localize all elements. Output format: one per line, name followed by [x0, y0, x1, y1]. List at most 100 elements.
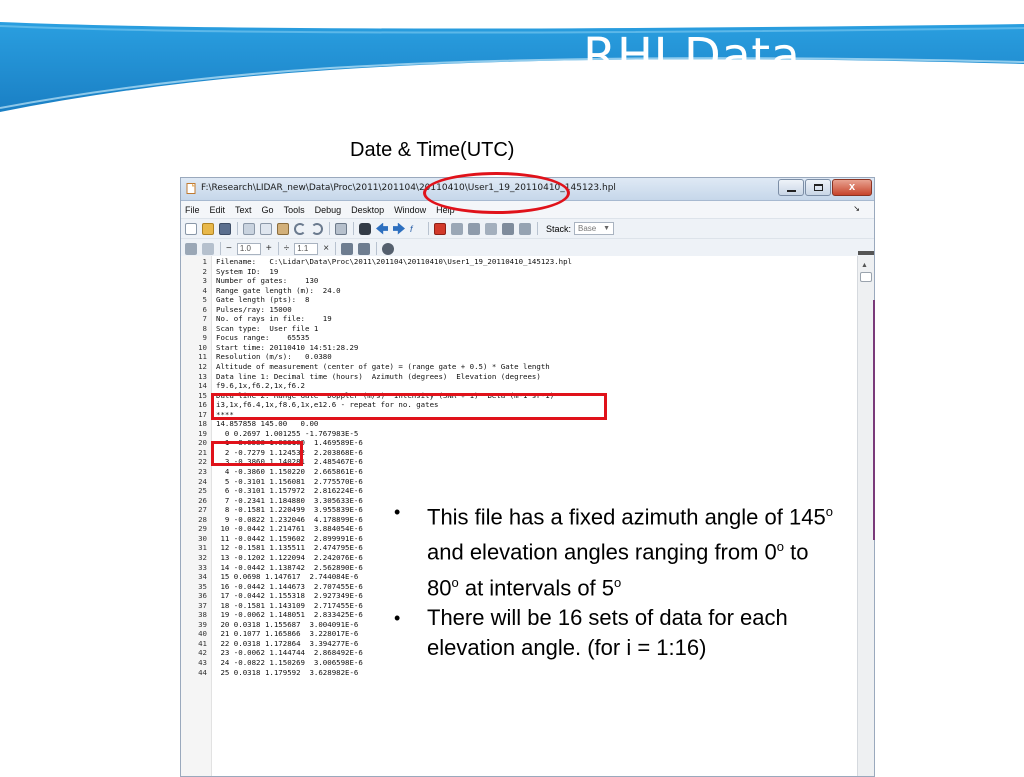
- function-icon[interactable]: f: [410, 223, 422, 235]
- line-number: 44: [198, 667, 207, 677]
- line-text: Filename: C:\Lidar\Data\Proc\2011\201104…: [216, 257, 572, 266]
- line-number: 25: [198, 486, 207, 496]
- menubar-chevron-icon[interactable]: ↘: [853, 204, 860, 213]
- code-line: 3 Number of gates: 130: [181, 276, 851, 286]
- code-line: 18 14.857858 145.00 0.00: [181, 419, 851, 429]
- cell-mode-icon[interactable]: [202, 242, 214, 255]
- toolbar-divider: [428, 222, 429, 235]
- menu-go[interactable]: Go: [262, 205, 274, 215]
- vertical-scrollbar[interactable]: ▲: [857, 251, 874, 776]
- back-arrow-icon[interactable]: [376, 222, 388, 235]
- code-line: 19 0 0.2697 1.001255 -1.767983E-5: [181, 429, 851, 439]
- code-line: 23 4 -0.3860 1.150220 2.665861E-6: [181, 467, 851, 477]
- line-text: Gate length (pts): 8: [216, 295, 310, 305]
- publish-icon[interactable]: [382, 242, 395, 255]
- menu-tools[interactable]: Tools: [284, 205, 305, 215]
- line-text: 0 0.2697 1.001255 -1.767983E-5: [216, 428, 359, 438]
- undo-icon[interactable]: [294, 222, 306, 235]
- exit-debug-icon[interactable]: [519, 222, 531, 235]
- bullet-dot-icon: •: [394, 502, 401, 522]
- line-number: 41: [198, 638, 207, 648]
- stack-dropdown[interactable]: Base ▼: [574, 222, 615, 235]
- line-text: 16 -0.0442 1.144673 2.707455E-6: [216, 581, 363, 591]
- maximize-button[interactable]: [805, 179, 831, 196]
- line-text: 6 -0.3101 1.157972 2.816224E-6: [216, 486, 363, 496]
- evaluate-cell-icon[interactable]: [341, 242, 354, 255]
- date-time-highlight-ellipse: [423, 172, 570, 214]
- step-icon[interactable]: [451, 222, 463, 235]
- stack-label: Stack:: [546, 223, 572, 234]
- slide-header-band: [0, 0, 1024, 112]
- line-number: 10: [198, 342, 207, 352]
- menu-file[interactable]: File: [185, 205, 200, 215]
- line-text: System ID: 19: [216, 266, 279, 276]
- save-icon[interactable]: [219, 222, 231, 235]
- increment-button[interactable]: +: [266, 243, 272, 254]
- scroll-up-icon[interactable]: ▲: [861, 262, 868, 269]
- menu-window[interactable]: Window: [394, 205, 426, 215]
- code-line: 10 Start time: 20110410 14:51:28.29: [181, 343, 851, 353]
- line-number: 18: [198, 419, 207, 429]
- print-icon[interactable]: [335, 222, 347, 235]
- line-text: 24 -0.0822 1.150269 3.006598E-6: [216, 657, 363, 667]
- copy-icon[interactable]: [260, 222, 272, 235]
- first-record-highlight-box: [211, 441, 303, 466]
- breakpoint-icon[interactable]: [434, 222, 446, 235]
- evaluate-advance-icon[interactable]: [358, 242, 371, 255]
- forward-arrow-icon[interactable]: [393, 222, 405, 235]
- main-toolbar: f Stack: Base ▼: [181, 219, 874, 239]
- line-number: 14: [198, 381, 207, 391]
- line-number: 2: [202, 266, 207, 276]
- line-text: f9.6,1x,f6.2,1x,f6.2: [216, 381, 305, 391]
- minimize-button[interactable]: [778, 179, 804, 196]
- find-icon[interactable]: [359, 222, 371, 235]
- step-in-icon[interactable]: [468, 222, 480, 235]
- menu-edit[interactable]: Edit: [210, 205, 226, 215]
- multiply-button[interactable]: ×: [323, 243, 329, 254]
- code-line: 4 Range gate length (m): 24.0: [181, 286, 851, 296]
- editor-window: F:\Research\LIDAR_new\Data\Proc\2011\201…: [180, 177, 875, 777]
- line-number: 19: [198, 428, 207, 438]
- line-text: 21 0.1077 1.165866 3.228017E-6: [216, 629, 359, 639]
- cell-value-input-2[interactable]: [294, 242, 319, 255]
- scrollbar-thumb[interactable]: [860, 272, 872, 282]
- insert-cell-icon[interactable]: [185, 242, 197, 255]
- line-text: 18 -0.1581 1.143109 2.717455E-6: [216, 600, 363, 610]
- line-text: 14.857858 145.00 0.00: [216, 419, 319, 429]
- menu-desktop[interactable]: Desktop: [351, 205, 384, 215]
- line-text: 22 0.0318 1.172864 3.394277E-6: [216, 638, 359, 648]
- minimize-icon: [787, 190, 796, 192]
- line-text: 23 -0.0062 1.144744 2.868492E-6: [216, 648, 363, 658]
- line-text: 13 -0.1202 1.122094 2.242076E-6: [216, 552, 363, 562]
- line-text: Data line 1: Decimal time (hours) Azimut…: [216, 371, 541, 381]
- step-out-icon[interactable]: [485, 222, 497, 235]
- toolbar-divider: [329, 222, 330, 235]
- open-folder-icon[interactable]: [202, 222, 214, 235]
- decrement-button[interactable]: −: [226, 243, 232, 254]
- paste-icon[interactable]: [277, 222, 289, 235]
- new-file-icon[interactable]: [185, 222, 197, 235]
- line-number: 3: [202, 276, 207, 286]
- menu-debug[interactable]: Debug: [315, 205, 342, 215]
- code-line: 2 System ID: 19: [181, 267, 851, 277]
- line-number: 7: [202, 314, 207, 324]
- line-text: Resolution (m/s): 0.0380: [216, 352, 332, 362]
- cut-icon[interactable]: [243, 222, 255, 235]
- line-number: 35: [198, 581, 207, 591]
- toolbar-divider: [537, 222, 538, 235]
- toolbar-divider: [353, 222, 354, 235]
- line-text: 4 -0.3860 1.150220 2.665861E-6: [216, 467, 363, 477]
- divide-button[interactable]: ÷: [284, 243, 290, 254]
- redo-icon[interactable]: [311, 222, 323, 235]
- data-line-highlight-box: [211, 393, 607, 420]
- toolbar-divider: [376, 242, 378, 255]
- split-handle[interactable]: [858, 251, 874, 255]
- code-line: 7 No. of rays in file: 19: [181, 314, 851, 324]
- menu-text[interactable]: Text: [235, 205, 252, 215]
- toolbar-divider: [220, 242, 221, 255]
- close-button[interactable]: x: [832, 179, 872, 196]
- cell-value-input-1[interactable]: [236, 242, 261, 255]
- continue-icon[interactable]: [502, 222, 514, 235]
- line-text: Focus range: 65535: [216, 333, 310, 343]
- line-text: 7 -0.2341 1.184880 3.305633E-6: [216, 495, 363, 505]
